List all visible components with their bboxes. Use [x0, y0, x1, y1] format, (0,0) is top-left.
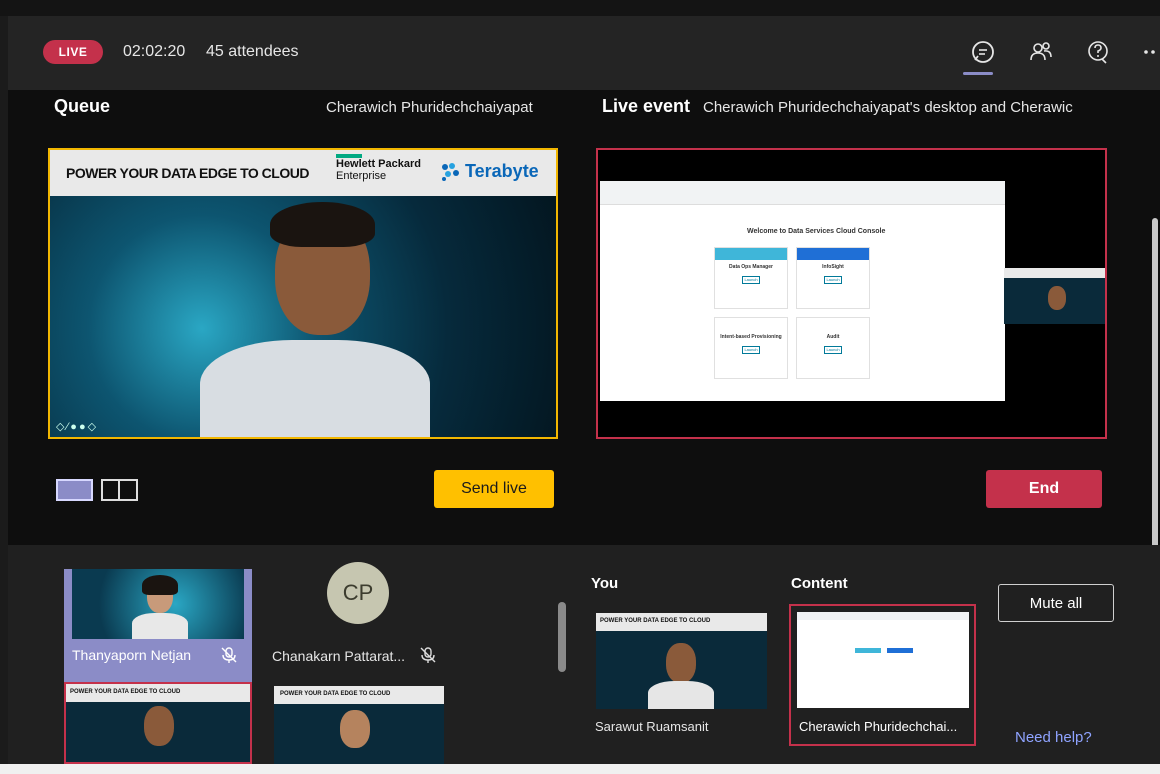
video-banner: POWER YOUR DATA EDGE TO CLOUD	[66, 684, 250, 702]
you-title: You	[591, 575, 619, 592]
help-icon[interactable]	[1084, 38, 1112, 66]
content-tile[interactable]: Cherawich Phuridechchai...	[789, 604, 976, 746]
participant-tile[interactable]: POWER YOUR DATA EDGE TO CLOUD	[64, 682, 252, 764]
people-icon[interactable]	[1027, 38, 1055, 66]
presenter-figure	[50, 150, 556, 437]
desktop-card: Audit Launch	[796, 317, 870, 379]
participant-video	[72, 569, 244, 639]
live-badge: LIVE	[43, 40, 103, 64]
participant-name: Chanakarn Pattarat...	[272, 648, 406, 664]
mute-all-button[interactable]: Mute all	[998, 584, 1114, 622]
presenter-thumbnail	[1004, 268, 1105, 324]
self-video[interactable]: POWER YOUR DATA EDGE TO CLOUD	[596, 613, 767, 709]
desktop-card: Data Ops Manager Launch	[714, 247, 788, 309]
participant-name: Thanyaporn Netjan	[72, 647, 192, 663]
attendee-count: 45 attendees	[206, 43, 299, 60]
send-live-button[interactable]: Send live	[434, 470, 554, 508]
participants-scrollbar[interactable]	[558, 602, 566, 672]
end-button[interactable]: End	[986, 470, 1102, 508]
producer-view: Queue Cherawich Phuridechchaiyapat Live …	[8, 90, 1160, 630]
meeting-header: LIVE 02:02:20 45 attendees	[8, 16, 1160, 90]
event-timer: 02:02:20	[123, 43, 186, 60]
content-name: Cherawich Phuridechchai...	[799, 719, 958, 734]
mic-off-icon	[221, 647, 237, 663]
chat-active-indicator	[963, 72, 993, 75]
browser-chrome	[600, 181, 1005, 205]
video-banner: POWER YOUR DATA EDGE TO CLOUD	[274, 686, 444, 704]
participants-area: Thanyaporn Netjan CP Chanakarn Pattarat.…	[8, 545, 1160, 764]
queue-title: Queue	[54, 96, 111, 116]
self-name: Sarawut Ruamsanit	[595, 719, 709, 734]
shared-desktop: Welcome to Data Services Cloud Console D…	[600, 181, 1005, 401]
layout-single-button[interactable]	[56, 479, 93, 501]
live-event-preview[interactable]: Welcome to Data Services Cloud Console D…	[596, 148, 1107, 439]
participant-tile[interactable]: POWER YOUR DATA EDGE TO CLOUD	[274, 686, 444, 764]
live-event-title: Live event	[602, 96, 691, 116]
content-title: Content	[791, 575, 848, 592]
bottom-strip	[0, 764, 1160, 774]
avatar[interactable]: CP	[327, 562, 389, 624]
queue-presenter: Cherawich Phuridechchaiyapat	[326, 99, 533, 116]
need-help-link[interactable]: Need help?	[1015, 729, 1092, 746]
top-strip	[0, 0, 1160, 16]
content-preview	[797, 612, 969, 708]
layout-split-button[interactable]	[101, 479, 138, 501]
desktop-card: InfoSight Launch	[796, 247, 870, 309]
chat-icon[interactable]	[969, 38, 997, 66]
video-tool-icons: ◇⁄●●◇	[56, 421, 99, 433]
participant-tile[interactable]: Thanyaporn Netjan	[64, 569, 252, 683]
queue-preview[interactable]: POWER YOUR DATA EDGE TO CLOUD Hewlett Pa…	[48, 148, 558, 439]
desktop-card: Intent-based Provisioning Launch	[714, 317, 788, 379]
video-banner: POWER YOUR DATA EDGE TO CLOUD	[596, 613, 767, 631]
live-event-presenter: Cherawich Phuridechchaiyapat's desktop a…	[703, 99, 1073, 116]
desktop-welcome-text: Welcome to Data Services Cloud Console	[747, 228, 886, 235]
more-icon[interactable]	[1140, 38, 1160, 66]
mic-off-icon	[420, 647, 436, 663]
